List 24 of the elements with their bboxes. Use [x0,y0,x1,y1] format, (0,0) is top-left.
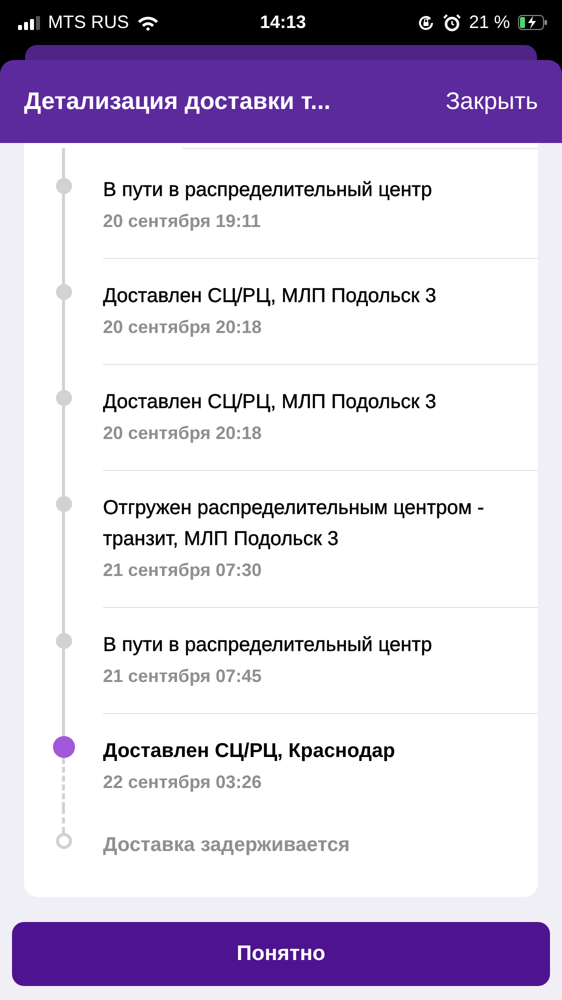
battery-percent: 21 % [468,12,510,33]
event-title: В пути в распределительный центр [103,633,433,658]
event-date: 20 сентября 20:18 [103,316,263,339]
rotation-lock-icon [416,14,435,32]
sheet-title: Детализация доставки т... [24,88,331,116]
event-date: 22 сентября 03:26 [103,771,263,794]
event-title: Доставлен СЦ/РЦ, МЛП Подольск 3 [103,284,438,309]
wifi-icon [137,14,159,30]
event-date: 21 сентября 07:30 [103,559,263,582]
event-title: Доставлен СЦ/РЦ, МЛП Подольск 3 [103,390,438,415]
event-title: В пути в распределительный центр [103,178,433,203]
event-date: 21 сентября 07:45 [103,665,263,688]
ok-button[interactable]: Понятно [12,922,550,986]
event-title: Доставка задерживается [103,833,351,858]
carrier-name: MTS RUS [48,12,129,33]
event-title: Доставлен СЦ/РЦ, Краснодар [103,739,396,764]
event-date: 20 сентября 19:11 [103,210,262,233]
close-button[interactable]: Закрыть [446,88,538,116]
event-title: Отгружен распределительным центром - транзит, МЛП Подольск 3 [103,496,486,552]
clock-time: 14:13 [260,12,306,33]
alarm-icon [442,14,461,32]
battery-charging-icon [518,15,548,30]
event-date: 20 сентября 20:18 [103,422,263,445]
signal-icon [18,16,40,30]
